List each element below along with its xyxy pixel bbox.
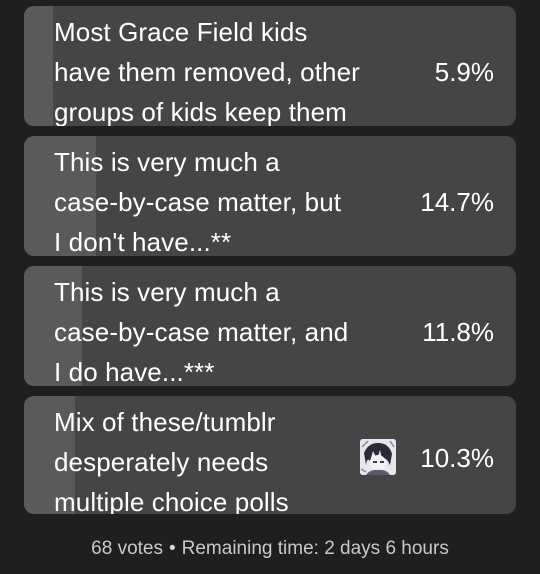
separator-dot: • — [168, 538, 176, 559]
poll-option-text: This is very much a case-by-case matter,… — [54, 277, 349, 386]
poll-option-4[interactable]: Mix of these/tumblr desperately needs mu… — [24, 396, 516, 514]
poll-option-text: This is very much a case-by-case matter,… — [54, 147, 342, 256]
votes-count: 68 votes — [91, 538, 163, 559]
poll-option-3[interactable]: This is very much a case-by-case matter,… — [24, 266, 516, 386]
poll: Most Grace Field kids have them removed,… — [0, 0, 540, 574]
poll-footer: 68 votes • Remaining time: 2 days 6 hours — [0, 538, 540, 560]
poll-option-fill — [24, 6, 53, 126]
poll-option-percent: 10.3% — [420, 443, 494, 473]
poll-option-2[interactable]: This is very much a case-by-case matter,… — [24, 136, 516, 256]
anime-avatar-icon — [360, 439, 396, 475]
poll-option-text: Most Grace Field kids have them removed,… — [54, 17, 360, 126]
poll-option-text: Mix of these/tumblr desperately needs mu… — [54, 407, 289, 514]
poll-option-1[interactable]: Most Grace Field kids have them removed,… — [24, 6, 516, 126]
poll-option-percent: 11.8% — [422, 317, 494, 347]
remaining-time: Remaining time: 2 days 6 hours — [181, 538, 449, 559]
poll-option-percent: 14.7% — [420, 187, 494, 217]
poll-option-percent: 5.9% — [434, 57, 494, 87]
